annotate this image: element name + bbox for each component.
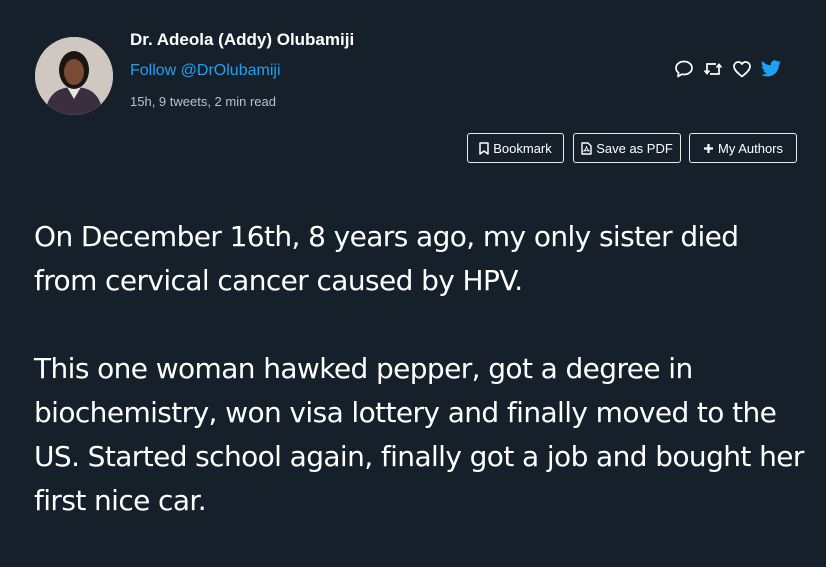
avatar-image	[35, 37, 113, 115]
twitter-bird-icon[interactable]	[760, 58, 782, 80]
tweet-paragraph: On December 16th, 8 years ago, my only s…	[34, 220, 739, 297]
tweet-body: On December 16th, 8 years ago, my only s…	[34, 215, 804, 567]
save-pdf-label: Save as PDF	[596, 140, 673, 156]
pdf-file-icon	[581, 141, 592, 155]
tweet-paragraph: This one woman hawked pepper, got a degr…	[34, 352, 804, 517]
thread-meta: 15h, 9 tweets, 2 min read	[130, 94, 276, 109]
save-pdf-button[interactable]: Save as PDF	[573, 133, 681, 163]
retweet-icon[interactable]	[702, 58, 724, 80]
my-authors-label: My Authors	[717, 140, 784, 156]
bookmark-button[interactable]: Bookmark	[467, 133, 564, 163]
bookmark-icon	[479, 141, 489, 155]
author-name[interactable]: Dr. Adeola (Addy) Olubamiji	[130, 30, 354, 50]
author-avatar[interactable]	[35, 37, 113, 115]
follow-link[interactable]: Follow @DrOlubamiji	[130, 62, 281, 80]
tweet-actions	[673, 58, 782, 80]
plus-icon	[703, 143, 714, 154]
my-authors-button[interactable]: My Authors	[689, 133, 797, 163]
bookmark-label: Bookmark	[493, 140, 552, 156]
heart-icon[interactable]	[731, 58, 753, 80]
comment-icon[interactable]	[673, 58, 695, 80]
